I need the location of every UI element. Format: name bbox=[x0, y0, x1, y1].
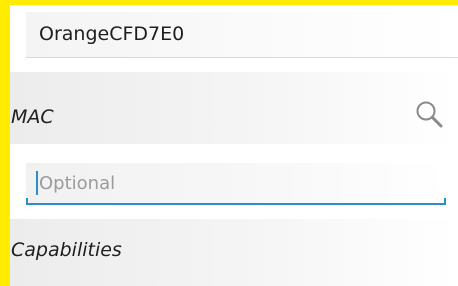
mac-label: MAC bbox=[11, 106, 54, 128]
ssid-field[interactable]: OrangeCFD7E0 bbox=[26, 12, 458, 58]
mac-section-header: MAC bbox=[10, 72, 458, 144]
network-details-panel: OrangeCFD7E0 MAC Capabilities bbox=[10, 5, 458, 286]
input-underline-left-tick bbox=[26, 198, 28, 205]
text-cursor bbox=[36, 171, 38, 195]
input-underline-right-tick bbox=[444, 198, 446, 205]
input-underline bbox=[26, 203, 446, 205]
capabilities-section-header: Capabilities bbox=[10, 219, 458, 286]
mac-input-row bbox=[10, 144, 458, 219]
search-icon[interactable] bbox=[414, 100, 444, 130]
mac-input-container bbox=[26, 163, 446, 205]
ssid-value: OrangeCFD7E0 bbox=[39, 23, 185, 45]
capabilities-label: Capabilities bbox=[11, 239, 122, 261]
ssid-row: OrangeCFD7E0 bbox=[10, 5, 458, 72]
mac-input[interactable] bbox=[26, 163, 446, 203]
